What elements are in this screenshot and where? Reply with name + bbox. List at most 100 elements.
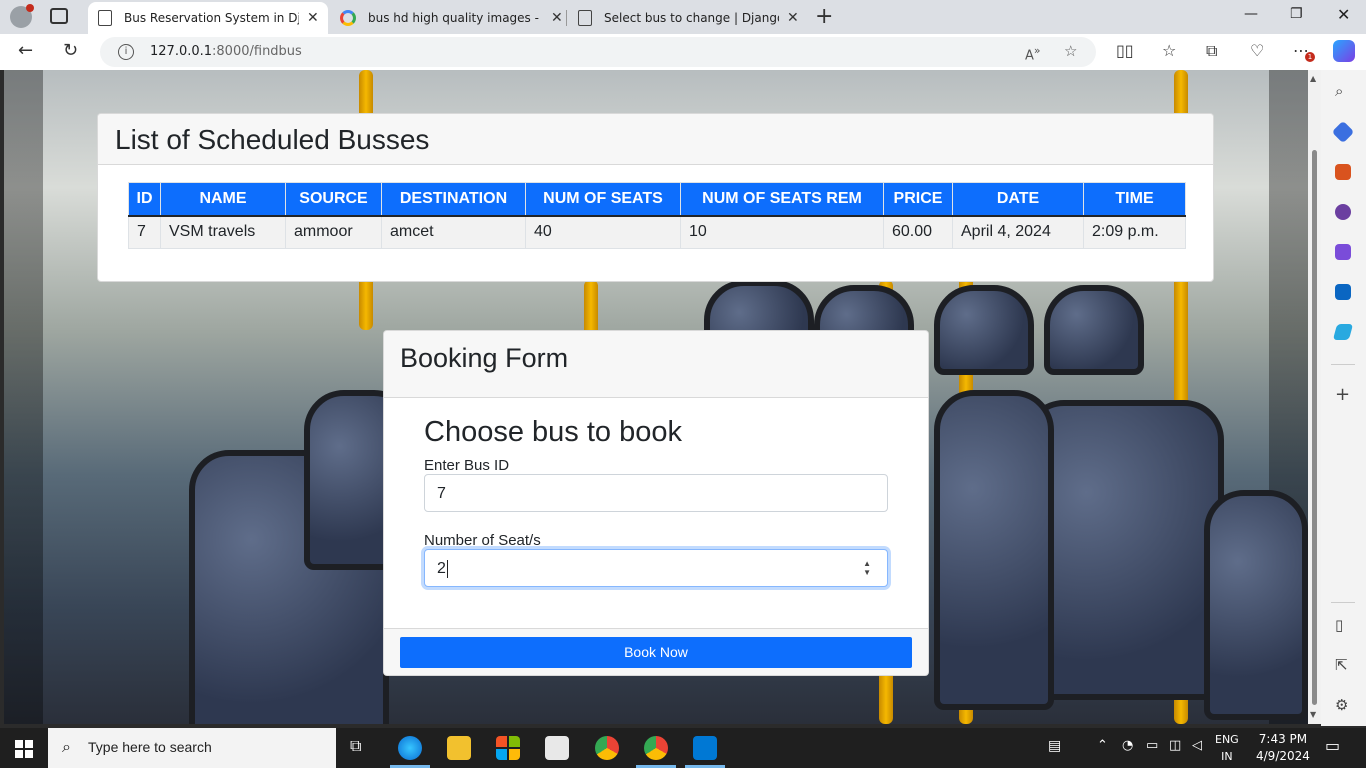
- microsoft-store-icon[interactable]: [496, 736, 520, 760]
- edge-sidebar: ⌕ + ▯ ⇱ ⚙: [1321, 70, 1366, 726]
- bus-seat: [934, 285, 1034, 375]
- split-screen-icon[interactable]: ▯▯: [1116, 41, 1134, 60]
- minimize-icon[interactable]: —: [1244, 6, 1258, 22]
- windows-start-icon[interactable]: [15, 740, 33, 758]
- scroll-up-icon[interactable]: ▲: [1310, 74, 1316, 83]
- file-explorer-icon[interactable]: [447, 736, 471, 760]
- bus-seat: [1044, 285, 1144, 375]
- favorite-star-icon[interactable]: ☆: [1064, 42, 1077, 60]
- scroll-down-icon[interactable]: ▼: [1310, 710, 1316, 719]
- cell-name: VSM travels: [160, 215, 286, 249]
- close-icon[interactable]: ✕: [307, 10, 319, 26]
- sidebar-layout-icon[interactable]: ▯: [1335, 616, 1343, 634]
- vscode-icon[interactable]: [693, 736, 717, 760]
- external-link-icon[interactable]: ⇱: [1335, 656, 1348, 674]
- table-row: 7 VSM travels ammoor amcet 40 10 60.00 A…: [128, 215, 1186, 249]
- seats-number-input[interactable]: 2 ▲ ▼: [424, 549, 888, 587]
- taskbar-search-box[interactable]: ⌕ Type here to search: [48, 728, 336, 768]
- lang-code: ENG: [1215, 733, 1239, 746]
- chevron-up-icon[interactable]: ⌃: [1097, 738, 1108, 753]
- tab-strip: Bus Reservation System in Djang ✕ bus hd…: [0, 0, 1366, 34]
- info-icon[interactable]: i: [118, 44, 134, 60]
- language-indicator[interactable]: ENG IN: [1215, 731, 1239, 765]
- column-header: SOURCE: [285, 182, 382, 217]
- bus-id-value: 7: [437, 485, 446, 502]
- bus-id-label: Enter Bus ID: [424, 457, 510, 474]
- cell-num-seats: 40: [525, 215, 681, 249]
- profile-avatar[interactable]: [10, 4, 34, 28]
- edge-app-icon[interactable]: [398, 736, 422, 760]
- cell-num-seats-rem: 10: [680, 215, 884, 249]
- meet-icon[interactable]: ◔: [1122, 738, 1133, 753]
- book-now-button[interactable]: Book Now: [400, 637, 912, 668]
- settings-gear-icon[interactable]: ⚙: [1335, 696, 1348, 714]
- search-icon[interactable]: ⌕: [1335, 82, 1343, 100]
- notification-badge: 1: [1305, 52, 1315, 62]
- send-icon[interactable]: [1332, 324, 1354, 340]
- spin-up-icon[interactable]: ▲: [863, 559, 871, 568]
- column-header: PRICE: [883, 182, 953, 217]
- tab-title: Select bus to change | Django sit: [604, 11, 779, 25]
- close-icon[interactable]: ✕: [551, 10, 563, 26]
- cell-destination: amcet: [381, 215, 526, 249]
- news-widget-icon[interactable]: ▤: [1048, 738, 1061, 754]
- window-close-icon[interactable]: ✕: [1337, 5, 1350, 24]
- volume-icon[interactable]: ◁: [1192, 738, 1202, 753]
- battery-icon[interactable]: ▭: [1146, 738, 1158, 753]
- google-icon: [340, 10, 356, 26]
- column-header: NAME: [160, 182, 286, 217]
- back-icon[interactable]: ←: [18, 40, 33, 61]
- booking-form-body: Choose bus to book Enter Bus ID 7 Number…: [384, 398, 928, 628]
- tab-bus-reservation[interactable]: Bus Reservation System in Djang ✕: [88, 2, 328, 34]
- search-icon: ⌕: [62, 737, 71, 756]
- column-header: NUM OF SEATS REM: [680, 182, 884, 217]
- add-icon[interactable]: +: [1335, 384, 1350, 405]
- busses-table: ID NAME SOURCE DESTINATION NUM OF SEATS …: [128, 182, 1186, 249]
- chrome-icon[interactable]: [595, 736, 619, 760]
- favorites-icon[interactable]: ☆: [1162, 41, 1176, 60]
- scheduled-busses-title: List of Scheduled Busses: [98, 114, 1213, 165]
- collections-icon[interactable]: ⧉: [1206, 41, 1217, 61]
- notifications-icon[interactable]: ▭: [1325, 736, 1340, 755]
- clock-time: 7:43 PM: [1258, 732, 1308, 746]
- number-spinner[interactable]: ▲ ▼: [863, 559, 871, 577]
- taskbar: ⌕ Type here to search ⧉ ▤ ⌃ ◔ ▭ ◫ ◁ ENG I…: [0, 728, 1366, 768]
- copilot-icon[interactable]: [1333, 40, 1355, 62]
- copilot-365-icon[interactable]: [1335, 244, 1351, 260]
- cell-price: 60.00: [883, 215, 953, 249]
- network-icon[interactable]: ◫: [1169, 738, 1181, 753]
- address-bar[interactable]: i 127.0.0.1:8000/findbus A» ☆: [100, 37, 1096, 67]
- mail-icon[interactable]: [545, 736, 569, 760]
- region-code: IN: [1221, 750, 1233, 763]
- task-view-icon[interactable]: ⧉: [350, 736, 361, 756]
- read-aloud-icon[interactable]: A»: [1025, 44, 1041, 63]
- games-icon[interactable]: [1335, 204, 1351, 220]
- bus-id-input[interactable]: 7: [424, 474, 888, 512]
- scroll-thumb[interactable]: [1312, 150, 1317, 705]
- cell-date: April 4, 2024: [952, 215, 1084, 249]
- booking-form-footer: Book Now: [384, 628, 928, 675]
- tab-actions-icon[interactable]: [50, 8, 68, 24]
- close-icon[interactable]: ✕: [787, 10, 799, 26]
- page-scrollbar[interactable]: ▲ ▼: [1308, 70, 1321, 724]
- form-title: Choose bus to book: [424, 416, 682, 448]
- browser-essentials-icon[interactable]: ♡: [1250, 41, 1264, 60]
- tab-google-images[interactable]: bus hd high quality images - Goo ✕: [330, 2, 566, 34]
- table-header-row: ID NAME SOURCE DESTINATION NUM OF SEATS …: [128, 182, 1186, 217]
- spin-down-icon[interactable]: ▼: [863, 568, 871, 577]
- url-text[interactable]: 127.0.0.1:8000/findbus: [150, 44, 302, 59]
- cell-id: 7: [128, 215, 161, 249]
- column-header: DESTINATION: [381, 182, 526, 217]
- tab-django-admin[interactable]: Select bus to change | Django sit ✕: [568, 2, 804, 34]
- refresh-icon[interactable]: ↻: [63, 40, 78, 61]
- seats-label: Number of Seat/s: [424, 532, 541, 549]
- system-clock[interactable]: 7:43 PM 4/9/2024: [1256, 731, 1310, 765]
- tools-briefcase-icon[interactable]: [1335, 164, 1351, 180]
- column-header: DATE: [952, 182, 1084, 217]
- restore-icon[interactable]: ❐: [1290, 6, 1303, 22]
- tab-title: bus hd high quality images - Goo: [368, 11, 543, 25]
- outlook-icon[interactable]: [1335, 284, 1351, 300]
- chrome-profile-icon[interactable]: [644, 736, 668, 760]
- shopping-tag-icon[interactable]: [1331, 120, 1355, 144]
- new-tab-icon[interactable]: +: [815, 4, 833, 29]
